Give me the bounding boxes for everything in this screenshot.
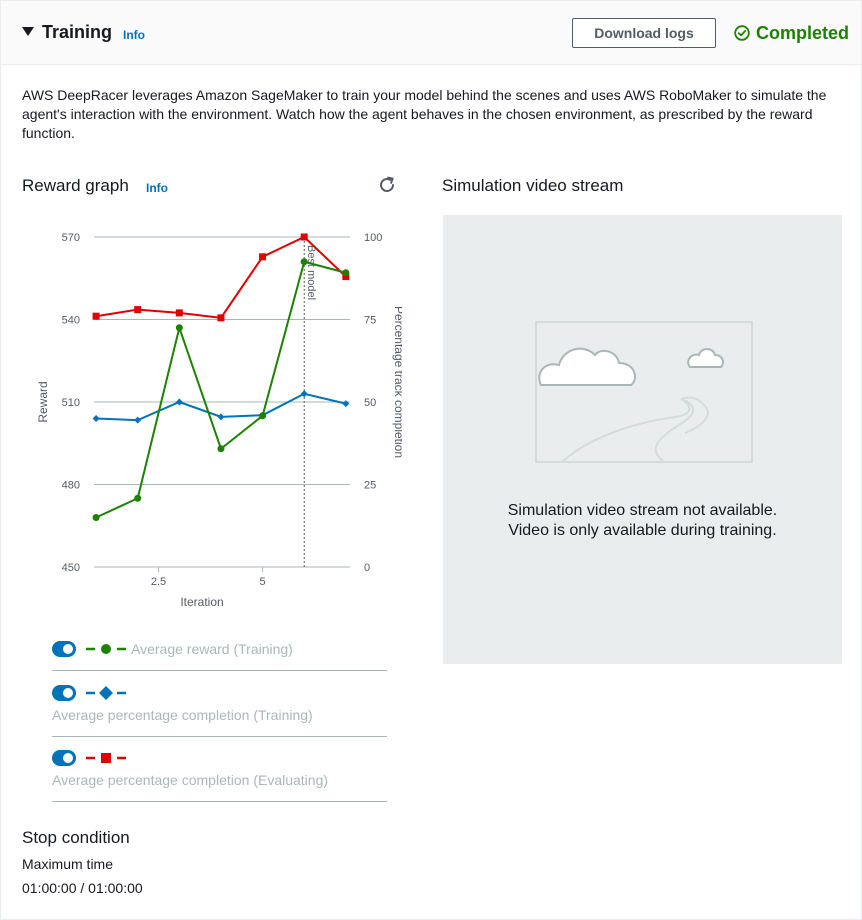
data-point xyxy=(134,416,142,424)
legend-item-average-reward: Average reward (Training) xyxy=(52,639,387,671)
toggle-average-reward[interactable] xyxy=(52,641,76,657)
toggle-completion-evaluating[interactable] xyxy=(52,750,76,766)
data-point xyxy=(134,306,142,314)
series-line-0 xyxy=(95,260,347,519)
reward-graph-info-link[interactable]: Info xyxy=(146,181,168,195)
data-point xyxy=(92,312,100,320)
data-point xyxy=(175,324,183,332)
video-unavailable-message: Simulation video stream not available. V… xyxy=(443,501,842,541)
data-point xyxy=(300,390,308,398)
data-point xyxy=(175,309,183,317)
data-point xyxy=(342,400,350,408)
image-placeholder-icon xyxy=(535,321,753,463)
simulation-video-placeholder: Simulation video stream not available. V… xyxy=(443,215,842,664)
legend-label-average-reward: Average reward (Training) xyxy=(131,641,293,657)
data-point xyxy=(217,314,225,322)
legend-item-completion-training: Average percentage completion (Training) xyxy=(52,685,387,737)
toggle-completion-training[interactable] xyxy=(52,685,76,701)
y2-tick-label: 75 xyxy=(364,315,376,327)
training-panel: Training Info Download logs Completed AW… xyxy=(0,0,862,920)
legend-label-completion-training: Average percentage completion (Training) xyxy=(52,707,313,723)
y2-tick-label: 0 xyxy=(364,562,370,574)
refresh-icon[interactable] xyxy=(377,175,397,195)
data-point xyxy=(92,514,100,521)
data-point xyxy=(92,415,100,422)
stop-condition-value: 01:00:00 / 01:00:00 xyxy=(22,880,143,896)
data-point xyxy=(217,445,225,453)
video-message-line-1: Simulation video stream not available. xyxy=(507,502,778,519)
legend-symbol-completion-evaluating xyxy=(86,753,126,763)
y2-tick-label: 100 xyxy=(364,232,382,244)
y2-tick-label: 25 xyxy=(364,480,376,492)
y-tick-label: 480 xyxy=(62,480,80,492)
x-tick-label: 2.5 xyxy=(151,576,166,588)
reward-graph-title: Reward graph xyxy=(22,176,129,195)
stop-condition-label: Maximum time xyxy=(22,856,114,872)
data-point xyxy=(342,269,350,277)
status-indicator: Completed xyxy=(734,22,849,44)
legend-symbol-completion-training xyxy=(86,686,126,700)
legend-symbol-average-reward xyxy=(86,644,126,654)
legend-item-completion-evaluating: Average percentage completion (Evaluatin… xyxy=(52,750,387,802)
training-description: AWS DeepRacer leverages Amazon SageMaker… xyxy=(22,87,827,141)
simulation-video-title: Simulation video stream xyxy=(442,176,624,195)
y2-axis-label: Percentage track completion xyxy=(392,306,402,458)
collapse-caret-icon[interactable] xyxy=(22,27,34,36)
check-circle-icon xyxy=(734,25,750,41)
training-header: Training Info Download logs Completed xyxy=(1,1,861,65)
x-tick-label: 5 xyxy=(260,576,266,588)
x-axis-label: Iteration xyxy=(180,595,223,609)
data-point xyxy=(300,233,308,241)
reward-chart: 570 100 540 75 510 50 480 25 450 0 2.5 5 Iteration Re… xyxy=(36,232,402,609)
data-point xyxy=(259,253,267,261)
data-point xyxy=(134,494,142,502)
legend-label-completion-evaluating: Average percentage completion (Evaluatin… xyxy=(52,772,329,788)
y-axis-label: Reward xyxy=(36,381,50,422)
data-point xyxy=(175,398,183,406)
training-info-link[interactable]: Info xyxy=(123,28,145,42)
status-label: Completed xyxy=(756,22,850,43)
data-point xyxy=(217,413,225,421)
y-tick-label: 450 xyxy=(62,562,80,574)
y-tick-label: 570 xyxy=(62,232,80,244)
y2-tick-label: 50 xyxy=(364,397,376,409)
y-tick-label: 510 xyxy=(62,397,80,409)
download-logs-button[interactable]: Download logs xyxy=(572,18,716,48)
data-point xyxy=(259,412,267,420)
best-model-label: Best model xyxy=(305,245,317,300)
stop-condition-title: Stop condition xyxy=(22,828,130,847)
section-title: Training xyxy=(42,22,113,42)
video-message-line-2: Video is only available during training. xyxy=(508,522,777,539)
y-tick-label: 540 xyxy=(62,315,80,327)
data-point xyxy=(300,258,308,266)
